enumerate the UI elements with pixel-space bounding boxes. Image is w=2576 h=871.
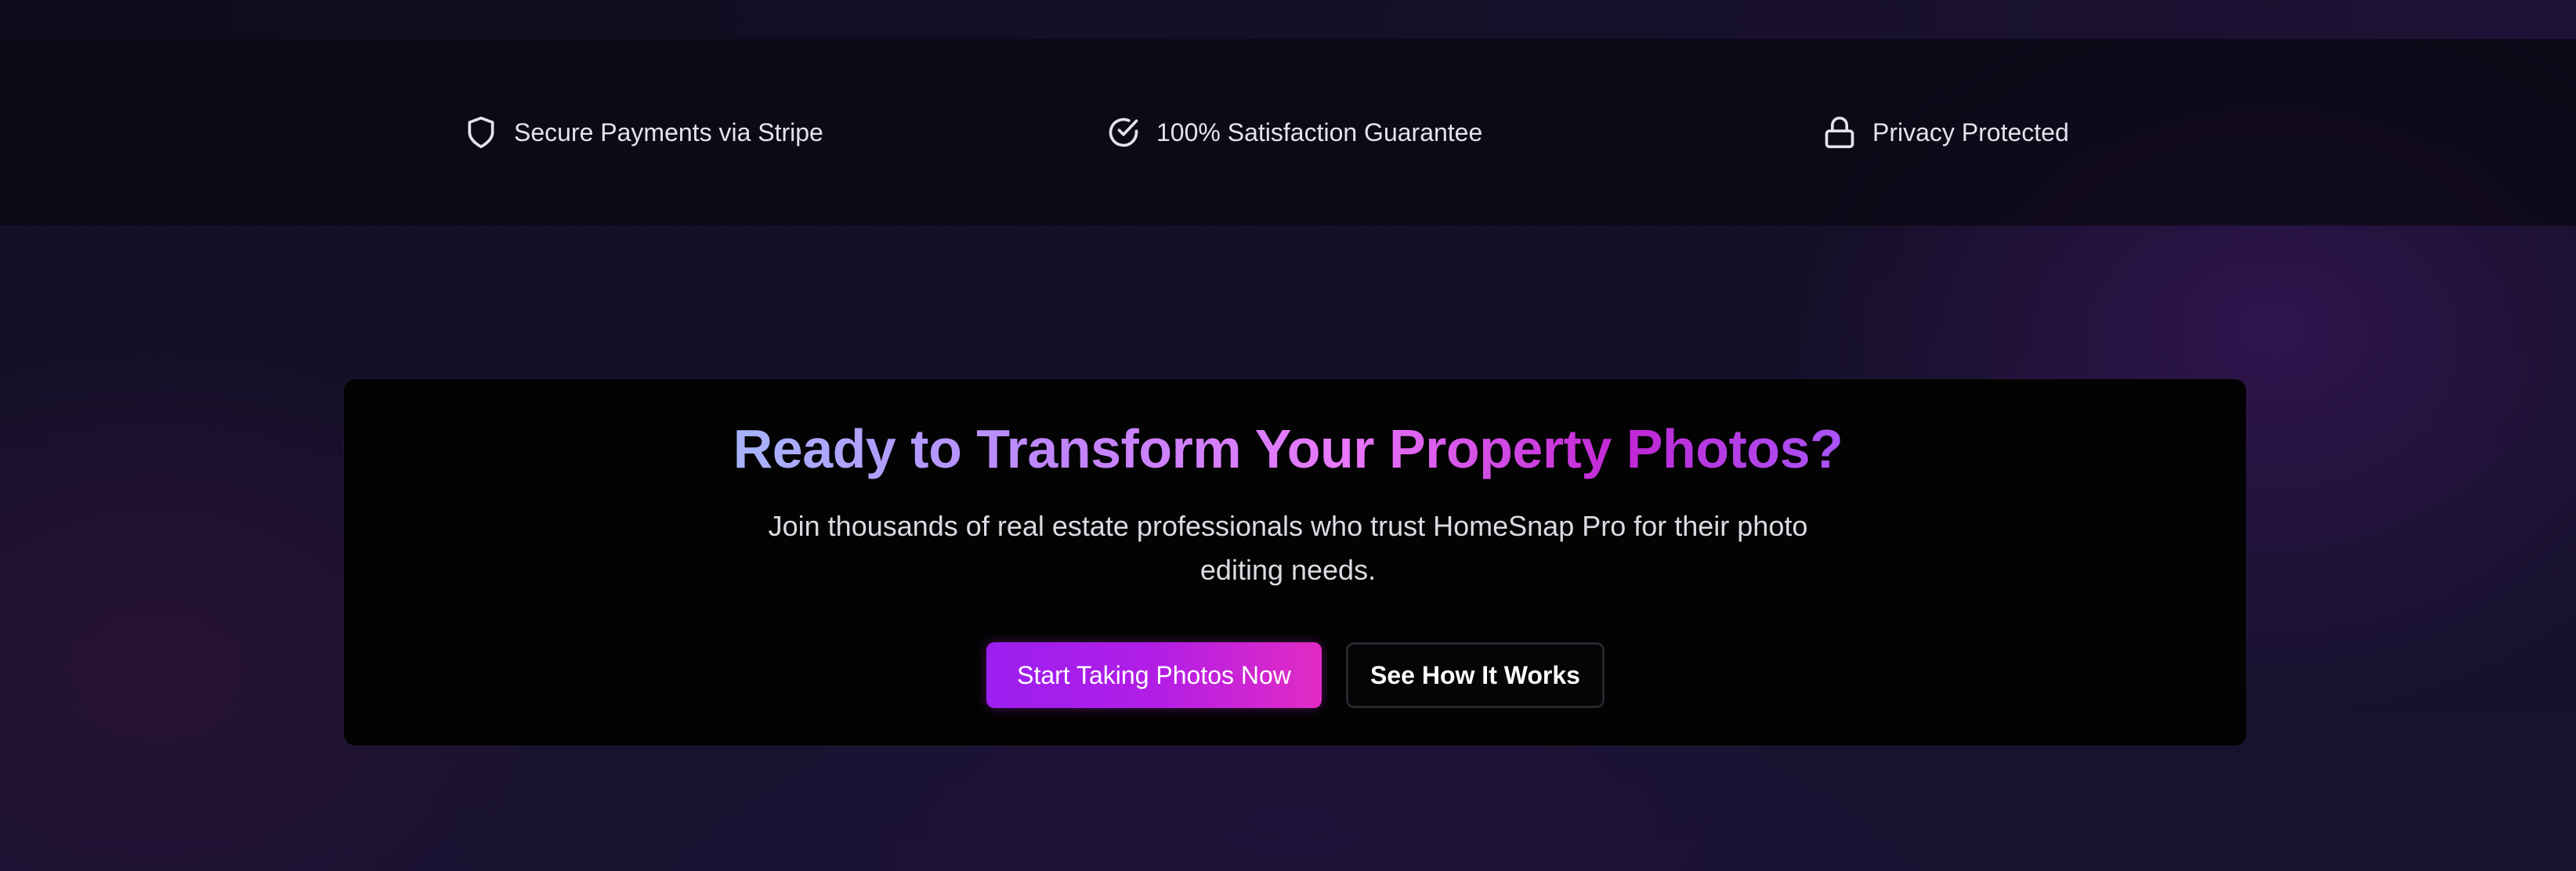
start-taking-photos-button[interactable]: Start Taking Photos Now <box>986 642 1322 708</box>
shield-icon <box>468 116 494 149</box>
trust-item-label: Privacy Protected <box>1872 117 2069 146</box>
page: Secure Payments via Stripe 100% Satisfac… <box>0 0 2576 871</box>
trust-bar: Secure Payments via Stripe 100% Satisfac… <box>0 39 2576 226</box>
trust-item-secure-payments: Secure Payments via Stripe <box>464 39 823 226</box>
trust-item-label: Secure Payments via Stripe <box>514 117 823 146</box>
cta-title: Ready to Transform Your Property Photos? <box>0 414 2576 484</box>
cta-subtitle: Join thousands of real estate profession… <box>768 510 1808 586</box>
top-strip <box>0 0 2576 39</box>
trust-item-label: 100% Satisfaction Guarantee <box>1156 117 1483 146</box>
trust-item-privacy: Privacy Protected <box>1822 39 2069 226</box>
trust-item-satisfaction: 100% Satisfaction Guarantee <box>1106 39 1482 226</box>
see-how-it-works-button[interactable]: See How It Works <box>1346 642 1605 708</box>
lock-icon <box>1825 116 1854 149</box>
check-circle-icon <box>1109 117 1138 147</box>
